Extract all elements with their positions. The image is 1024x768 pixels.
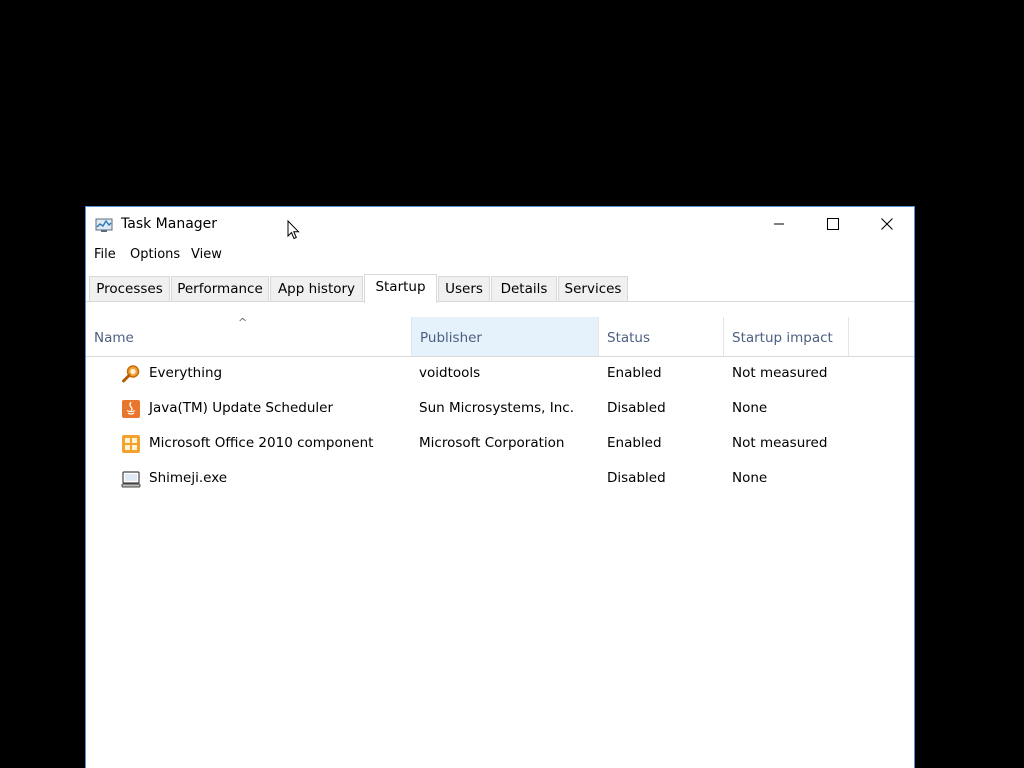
mouse-cursor-icon bbox=[287, 220, 300, 240]
tab-details[interactable]: Details bbox=[491, 276, 557, 301]
menu-file[interactable]: File bbox=[94, 247, 116, 262]
row-impact: Not measured bbox=[732, 365, 828, 381]
tab-app-history[interactable]: App history bbox=[270, 276, 363, 301]
java-icon bbox=[122, 400, 140, 418]
tab-startup[interactable]: Startup bbox=[364, 274, 437, 303]
tab-performance[interactable]: Performance bbox=[171, 276, 269, 301]
row-name: Microsoft Office 2010 component bbox=[149, 435, 374, 451]
column-header-status[interactable]: Status bbox=[599, 317, 724, 356]
menu-bar: File Options View bbox=[86, 244, 914, 268]
magnifier-icon bbox=[122, 365, 140, 383]
program-icon bbox=[121, 471, 141, 488]
row-impact: None bbox=[732, 470, 768, 486]
column-header-row: ^ Name Publisher Status Startup impact bbox=[86, 316, 914, 357]
row-name: Shimeji.exe bbox=[149, 470, 228, 486]
table-row[interactable]: Java(TM) Update Scheduler Sun Microsyste… bbox=[86, 392, 914, 427]
menu-view[interactable]: View bbox=[191, 247, 222, 262]
table-row[interactable]: Everything voidtools Enabled Not measure… bbox=[86, 357, 914, 392]
row-status: Disabled bbox=[607, 470, 666, 486]
row-name: Java(TM) Update Scheduler bbox=[149, 400, 334, 416]
window-title: Task Manager bbox=[121, 216, 218, 232]
task-manager-window: Task Manager File Options View Processes… bbox=[85, 206, 915, 768]
minimize-button[interactable] bbox=[756, 207, 802, 241]
table-row[interactable]: Microsoft Office 2010 component Microsof… bbox=[86, 427, 914, 462]
column-header-name[interactable]: Name bbox=[86, 317, 411, 356]
tab-services[interactable]: Services bbox=[558, 276, 628, 301]
menu-options[interactable]: Options bbox=[130, 247, 180, 262]
tab-strip: Processes Performance App history Startu… bbox=[86, 274, 914, 303]
row-name: Everything bbox=[149, 365, 223, 381]
column-header-startup-impact[interactable]: Startup impact bbox=[724, 317, 849, 356]
column-header-publisher[interactable]: Publisher bbox=[411, 317, 599, 356]
tab-users[interactable]: Users bbox=[438, 276, 490, 301]
close-icon bbox=[881, 218, 893, 230]
close-button[interactable] bbox=[864, 207, 910, 241]
table-row[interactable]: Shimeji.exe Disabled None bbox=[86, 462, 914, 497]
maximize-icon bbox=[827, 218, 839, 230]
row-publisher: voidtools bbox=[419, 365, 481, 381]
row-status: Enabled bbox=[607, 435, 662, 451]
task-manager-icon bbox=[95, 218, 113, 232]
row-impact: None bbox=[732, 400, 768, 416]
maximize-button[interactable] bbox=[810, 207, 856, 241]
row-status: Enabled bbox=[607, 365, 662, 381]
row-impact: Not measured bbox=[732, 435, 828, 451]
row-status: Disabled bbox=[607, 400, 666, 416]
row-publisher: Sun Microsystems, Inc. bbox=[419, 400, 574, 416]
tab-processes[interactable]: Processes bbox=[89, 276, 170, 301]
title-bar[interactable]: Task Manager bbox=[86, 207, 914, 243]
row-publisher: Microsoft Corporation bbox=[419, 435, 565, 451]
minimize-icon bbox=[774, 223, 784, 225]
office-icon bbox=[122, 435, 140, 453]
